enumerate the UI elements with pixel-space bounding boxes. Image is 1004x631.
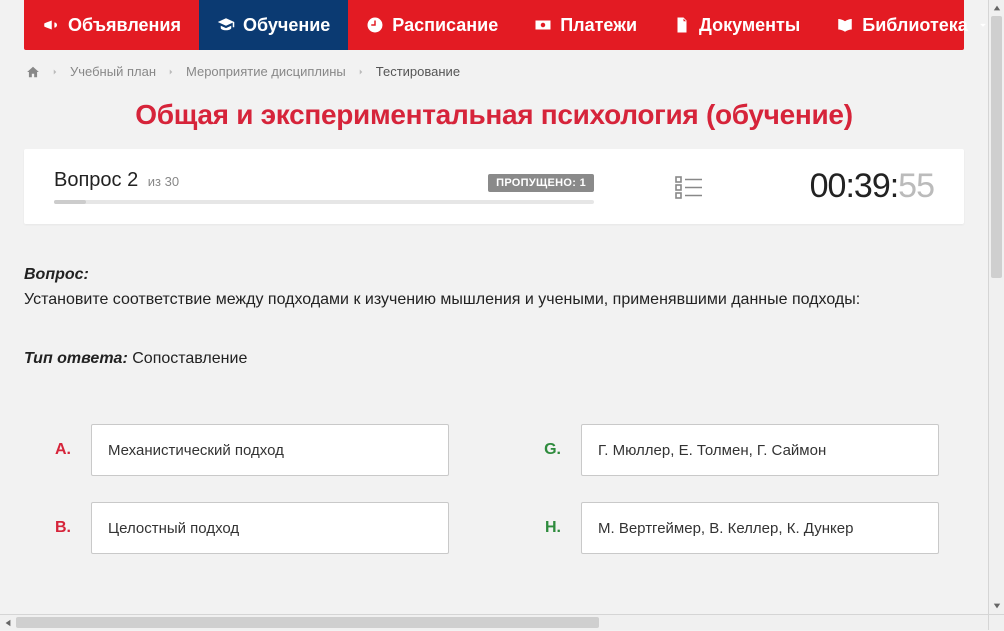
scroll-left-icon[interactable] [0, 615, 16, 631]
question-label: Вопрос: [24, 266, 89, 283]
scroll-thumb[interactable] [16, 617, 599, 628]
graduation-cap-icon [217, 16, 235, 34]
match-area: A. Механистический подход B. Целостный п… [24, 424, 964, 554]
nav-schedule[interactable]: Расписание [348, 0, 516, 50]
scroll-track[interactable] [16, 615, 988, 630]
nav-label: Обучение [243, 15, 330, 36]
breadcrumb: Учебный план Мероприятие дисциплины Тест… [24, 50, 964, 89]
vertical-scrollbar[interactable] [988, 0, 1004, 614]
nav-library[interactable]: Библиотека [818, 0, 1004, 50]
nav-learning[interactable]: Обучение [199, 0, 348, 50]
match-row: H. М. Вертгеймер, В. Келлер, К. Дункер [539, 502, 939, 554]
scroll-down-icon[interactable] [989, 598, 1004, 614]
question-total: из 30 [148, 174, 179, 189]
nav-label: Библиотека [862, 15, 968, 36]
nav-announcements[interactable]: Объявления [24, 0, 199, 50]
breadcrumb-current: Тестирование [376, 64, 460, 79]
nav-label: Документы [699, 15, 800, 36]
match-item-box[interactable]: М. Вертгеймер, В. Келлер, К. Дункер [581, 502, 939, 554]
megaphone-icon [42, 16, 60, 34]
question-list-icon[interactable] [675, 175, 703, 199]
quiz-header-card: Вопрос 2 из 30 ПРОПУЩЕНО: 1 [24, 149, 964, 224]
scroll-corner [988, 614, 1004, 630]
scroll-track[interactable] [989, 16, 1004, 598]
timer: 00:39:55 [810, 167, 934, 205]
horizontal-scrollbar[interactable] [0, 614, 1004, 630]
page-title: Общая и экспериментальная психология (об… [24, 99, 964, 131]
question-body: Вопрос: Установите соответствие между по… [24, 224, 964, 554]
home-icon[interactable] [26, 65, 40, 79]
nav-label: Объявления [68, 15, 181, 36]
scroll-up-icon[interactable] [989, 0, 1004, 16]
nav-payments[interactable]: Платежи [516, 0, 655, 50]
banknote-icon [534, 16, 552, 34]
breadcrumb-link[interactable]: Учебный план [70, 64, 156, 79]
progress-bar [54, 200, 594, 204]
progress-fill [54, 200, 86, 204]
answer-type-label: Тип ответа: [24, 350, 128, 367]
match-item-box[interactable]: Механистический подход [91, 424, 449, 476]
question-text: Установите соответствие между подходами … [24, 288, 964, 312]
document-icon [673, 16, 691, 34]
answer-type: Сопоставление [132, 350, 247, 367]
match-key: G. [539, 441, 561, 459]
match-row: A. Механистический подход [49, 424, 449, 476]
match-row: G. Г. Мюллер, Е. Толмен, Г. Саймон [539, 424, 939, 476]
match-right-column: G. Г. Мюллер, Е. Толмен, Г. Саймон H. М.… [539, 424, 939, 554]
chevron-right-icon [356, 67, 366, 77]
match-item-box[interactable]: Г. Мюллер, Е. Толмен, Г. Саймон [581, 424, 939, 476]
chevron-right-icon [50, 67, 60, 77]
clock-icon [366, 16, 384, 34]
match-key: H. [539, 519, 561, 537]
nav-label: Платежи [560, 15, 637, 36]
nav-label: Расписание [392, 15, 498, 36]
nav-documents[interactable]: Документы [655, 0, 818, 50]
match-row: B. Целостный подход [49, 502, 449, 554]
match-key: A. [49, 441, 71, 459]
scroll-thumb[interactable] [991, 16, 1002, 278]
question-number: Вопрос 2 из 30 [54, 169, 179, 192]
breadcrumb-link[interactable]: Мероприятие дисциплины [186, 64, 346, 79]
match-item-box[interactable]: Целостный подход [91, 502, 449, 554]
chevron-right-icon [166, 67, 176, 77]
match-left-column: A. Механистический подход B. Целостный п… [49, 424, 449, 554]
skipped-badge: ПРОПУЩЕНО: 1 [488, 174, 594, 192]
main-nav: Объявления Обучение Расписание Платежи Д… [24, 0, 964, 50]
match-key: B. [49, 519, 71, 537]
book-open-icon [836, 16, 854, 34]
